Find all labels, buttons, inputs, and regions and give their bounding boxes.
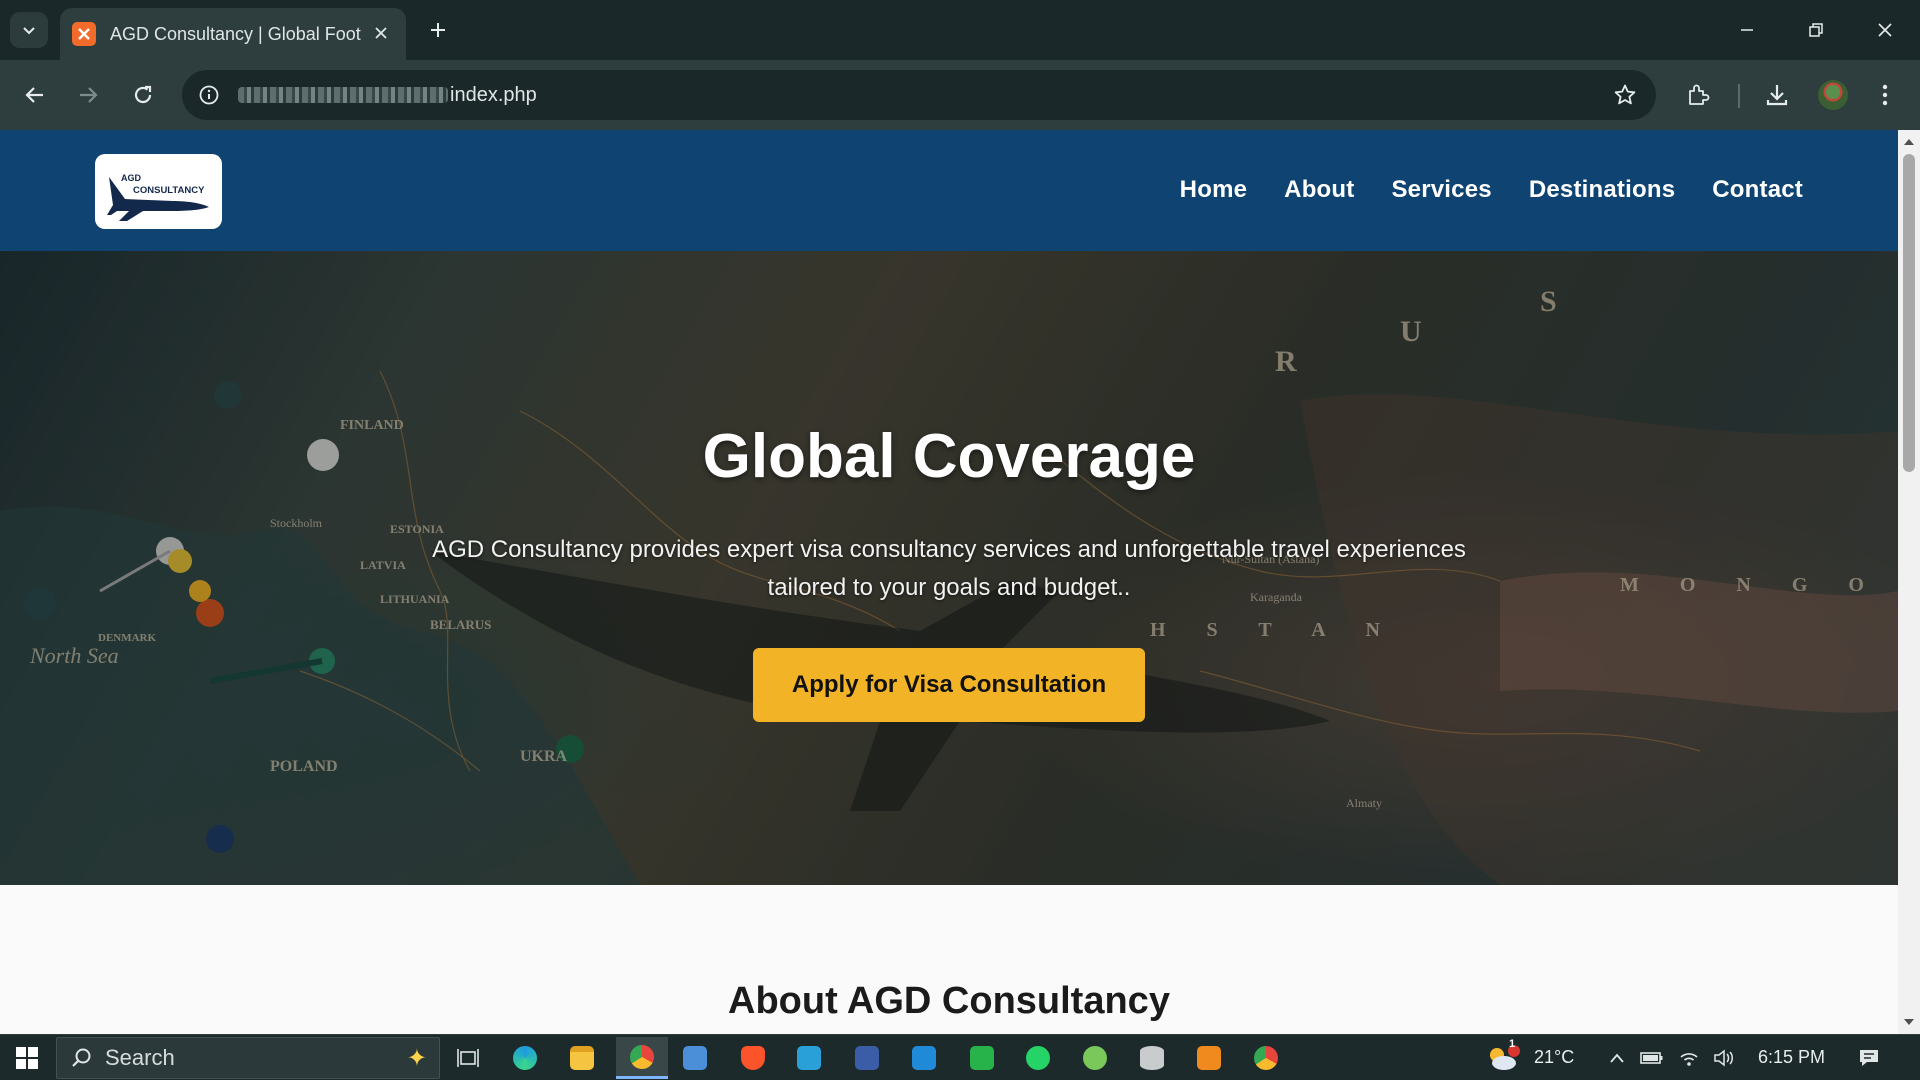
search-icon [72,1048,91,1067]
app-icon[interactable] [673,1037,717,1079]
apply-visa-consultation-button[interactable]: Apply for Visa Consultation [753,648,1145,722]
task-view-icon[interactable] [446,1037,490,1079]
hero-section: FINLAND ESTONIA LATVIA LITHUANIA BELARUS… [0,251,1898,885]
windows-logo-icon [16,1047,38,1069]
windows-taskbar: Search ✦ 1 21°C 6:15 PM [0,1034,1920,1080]
volume-icon[interactable] [1712,1046,1736,1070]
copilot-sparkle-icon: ✦ [406,1045,427,1072]
scrollbar-thumb[interactable] [1903,154,1915,472]
address-bar[interactable]: index.php [182,70,1656,120]
whatsapp-icon[interactable] [1016,1037,1060,1079]
svg-text:CONSULTANCY: CONSULTANCY [133,185,205,196]
chevron-down-icon [23,27,35,35]
nav-home[interactable]: Home [1180,176,1247,204]
minimize-icon [1741,29,1753,31]
scroll-up-arrow-icon[interactable] [1903,136,1915,148]
hero-subtitle: AGD Consultancy provides expert visa con… [432,536,1466,601]
site-logo[interactable]: AGD CONSULTANCY [95,154,222,229]
taskbar-search-box[interactable]: Search ✦ [56,1037,440,1079]
reload-icon [134,85,152,104]
edge-icon[interactable] [503,1037,547,1079]
nav-about[interactable]: About [1284,176,1354,204]
site-header: AGD CONSULTANCY Home About Services Dest… [0,130,1898,251]
vscode-icon[interactable] [902,1037,946,1079]
site-info-icon[interactable] [184,70,234,120]
search-label: Search [105,1045,175,1070]
bookmark-star-icon[interactable] [1612,82,1638,108]
restore-icon [1809,23,1823,37]
nav-destinations[interactable]: Destinations [1529,176,1675,204]
weather-temp[interactable]: 21°C [1534,1047,1574,1068]
main-nav: Home About Services Destinations Contact [1180,176,1803,204]
notification-icon[interactable] [1857,1046,1881,1070]
page-scrollbar[interactable] [1898,130,1920,1034]
toolbar-separator [1738,84,1740,108]
chrome-icon[interactable] [1244,1037,1288,1079]
battery-icon[interactable] [1640,1046,1664,1070]
chevron-up-icon[interactable] [1605,1046,1629,1070]
xampp-favicon-icon [72,22,96,46]
profile-avatar[interactable] [1815,77,1851,113]
scroll-down-arrow-icon[interactable] [1903,1016,1915,1028]
close-icon [1878,23,1892,37]
minimize-button[interactable] [1724,8,1770,52]
reload-button[interactable] [124,76,162,114]
cloud-app-icon[interactable] [1073,1037,1117,1079]
brave-icon[interactable] [731,1037,775,1079]
weather-badge: 1 [1509,1038,1516,1050]
plus-icon [431,23,445,37]
about-section-title: About AGD Consultancy [728,980,1170,1022]
app-icon[interactable] [845,1037,889,1079]
close-tab-icon[interactable] [370,22,392,44]
file-explorer-icon[interactable] [560,1037,604,1079]
back-button[interactable] [16,76,54,114]
restore-button[interactable] [1793,8,1839,52]
browser-tab-active[interactable]: AGD Consultancy | Global Foot [60,8,406,60]
download-icon[interactable] [1759,77,1795,113]
arrow-right-icon [80,87,98,103]
start-button[interactable] [0,1035,54,1080]
avatar-image [1818,80,1848,110]
tab-title: AGD Consultancy | Global Foot [110,23,361,44]
browser-menu-icon[interactable] [1867,77,1903,113]
svg-text:AGD: AGD [121,173,142,183]
app-icon[interactable] [1187,1037,1231,1079]
visual-studio-icon[interactable] [787,1037,831,1079]
qc-icon[interactable] [960,1037,1004,1079]
url-text: index.php [450,83,537,106]
hero-title: Global Coverage [702,422,1196,491]
nav-contact[interactable]: Contact [1712,176,1803,204]
airplane-logo-icon: AGD CONSULTANCY [106,173,209,221]
chrome-icon[interactable] [616,1037,668,1079]
page-viewport: AGD CONSULTANCY Home About Services Dest… [0,130,1898,1034]
browser-tab-bar: AGD Consultancy | Global Foot [0,0,1920,60]
forward-button[interactable] [69,76,107,114]
url-redacted-segment [238,87,448,103]
tab-search-button[interactable] [10,12,48,48]
new-tab-button[interactable] [424,16,452,44]
arrow-left-icon [25,87,43,103]
nav-services[interactable]: Services [1391,176,1491,204]
browser-toolbar: index.php [0,60,1920,130]
extensions-icon[interactable] [1680,77,1716,113]
wifi-icon[interactable] [1677,1046,1701,1070]
close-window-button[interactable] [1862,8,1908,52]
clock-time[interactable]: 6:15 PM [1758,1047,1825,1068]
database-icon[interactable] [1130,1037,1174,1079]
